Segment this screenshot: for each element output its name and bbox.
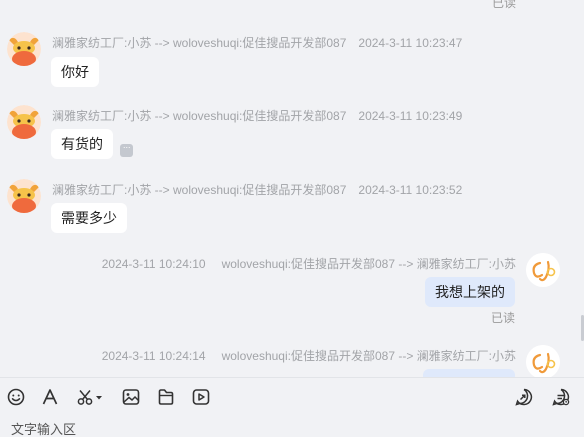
- message-input[interactable]: 文字输入区: [0, 416, 584, 437]
- sender-label: 澜雅家纺工厂:小苏 --> woloveshuqi:促佳搜品开发部087: [52, 109, 347, 123]
- read-status: 已读: [490, 311, 515, 325]
- chat-record-icon[interactable]: [551, 387, 571, 407]
- input-toolbar: [0, 378, 584, 416]
- message-bubble[interactable]: 有货的: [51, 129, 113, 159]
- sender-label: 澜雅家纺工厂:小苏 --> woloveshuqi:促佳搜品开发部087: [52, 36, 347, 50]
- timestamp: 2024-3-11 10:23:49: [358, 109, 463, 123]
- scissors-icon[interactable]: [76, 387, 96, 407]
- message-bubble[interactable]: 你好: [51, 57, 99, 87]
- message-meta: 澜雅家纺工厂:小苏 --> woloveshuqi:促佳搜品开发部087 2024…: [52, 181, 462, 198]
- message-meta: 2024-3-11 10:24:10 woloveshuqi:促佳搜品开发部087…: [102, 255, 516, 272]
- timestamp: 2024-3-11 10:24:10: [101, 257, 206, 271]
- sender-label: woloveshuqi:促佳搜品开发部087 --> 澜雅家纺工厂:小苏: [221, 257, 516, 271]
- read-status: 已读: [491, 0, 516, 10]
- chevron-down-icon[interactable]: [94, 387, 104, 407]
- message-bubble[interactable]: [423, 369, 515, 377]
- more-actions-icon[interactable]: ···: [120, 143, 133, 157]
- message-meta: 澜雅家纺工厂:小苏 --> woloveshuqi:促佳搜品开发部087 2024…: [52, 34, 462, 51]
- avatar-self[interactable]: [526, 345, 560, 377]
- sender-label: woloveshuqi:促佳搜品开发部087 --> 澜雅家纺工厂:小苏: [221, 349, 516, 363]
- image-icon[interactable]: [121, 387, 141, 407]
- file-icon[interactable]: [156, 387, 176, 407]
- timestamp: 2024-3-11 10:23:52: [358, 183, 463, 197]
- timestamp: 2024-3-11 10:24:14: [101, 349, 206, 363]
- chat-message-list[interactable]: 已读 澜雅家纺工厂:小苏 --> woloveshuqi:促佳搜品开发部087 2…: [0, 0, 584, 377]
- message-meta: 澜雅家纺工厂:小苏 --> woloveshuqi:促佳搜品开发部087 2024…: [52, 107, 462, 124]
- message-bubble[interactable]: 需要多少: [51, 203, 127, 233]
- avatar-self[interactable]: [526, 253, 560, 287]
- font-icon[interactable]: [40, 387, 60, 407]
- message-bubble[interactable]: 我想上架的: [425, 277, 515, 307]
- avatar-supplier[interactable]: [7, 105, 41, 139]
- avatar-supplier[interactable]: [7, 179, 41, 213]
- emoji-icon[interactable]: [6, 387, 26, 407]
- avatar-supplier[interactable]: [7, 32, 41, 66]
- message-meta: 2024-3-11 10:24:14 woloveshuqi:促佳搜品开发部087…: [102, 347, 516, 364]
- video-icon[interactable]: [191, 387, 211, 407]
- sender-label: 澜雅家纺工厂:小苏 --> woloveshuqi:促佳搜品开发部087: [52, 183, 347, 197]
- timestamp: 2024-3-11 10:23:47: [358, 36, 463, 50]
- quick-reply-icon[interactable]: [514, 387, 534, 407]
